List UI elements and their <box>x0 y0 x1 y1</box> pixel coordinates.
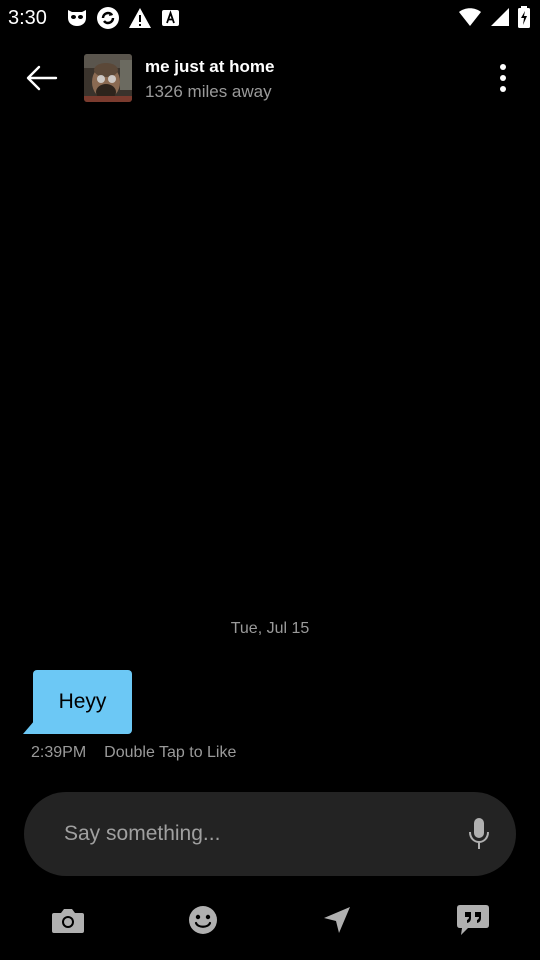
message-composer <box>24 792 516 876</box>
back-button[interactable] <box>22 60 62 96</box>
status-system-icons <box>458 6 530 28</box>
emoji-button[interactable] <box>183 900 223 940</box>
location-button[interactable] <box>317 900 357 940</box>
mic-button[interactable] <box>464 816 494 852</box>
chat-header: me just at home 1326 miles away <box>0 36 540 120</box>
wifi-icon <box>458 7 482 27</box>
signal-icon <box>490 7 510 27</box>
profile-name[interactable]: me just at home <box>145 57 274 77</box>
date-divider: Tue, Jul 15 <box>230 620 310 637</box>
a-icon <box>160 7 182 29</box>
message-text: Heyy <box>58 690 107 713</box>
double-tap-hint: Double Tap to Like <box>104 744 237 761</box>
status-notification-icons <box>66 6 182 30</box>
camera-icon <box>52 909 84 933</box>
sync-icon <box>96 6 120 30</box>
quick-reply-icon <box>457 905 489 935</box>
message-time: 2:39PM <box>31 744 87 761</box>
quick-reply-button[interactable] <box>453 900 493 940</box>
chat-toolbar <box>0 896 540 942</box>
avatar[interactable] <box>84 54 132 102</box>
battery-icon <box>518 6 530 28</box>
chat-screen: 3:30 me just at home 1326 miles away Tue… <box>0 0 540 960</box>
back-arrow-icon <box>26 65 58 91</box>
more-options-button[interactable] <box>488 58 518 98</box>
camera-button[interactable] <box>48 900 88 940</box>
microphone-icon <box>469 818 489 849</box>
warning-icon <box>128 7 152 29</box>
more-vertical-icon <box>500 64 506 92</box>
status-time: 3:30 <box>8 7 47 29</box>
location-icon <box>324 907 350 933</box>
emoji-icon <box>189 906 217 934</box>
message-input[interactable] <box>64 814 444 854</box>
status-bar: 3:30 <box>0 0 540 36</box>
profile-distance: 1326 miles away <box>145 82 272 101</box>
message-meta: 2:39PM Double Tap to Like <box>31 744 236 762</box>
message-bubble[interactable]: Heyy <box>33 670 132 734</box>
mask-icon <box>66 8 88 28</box>
